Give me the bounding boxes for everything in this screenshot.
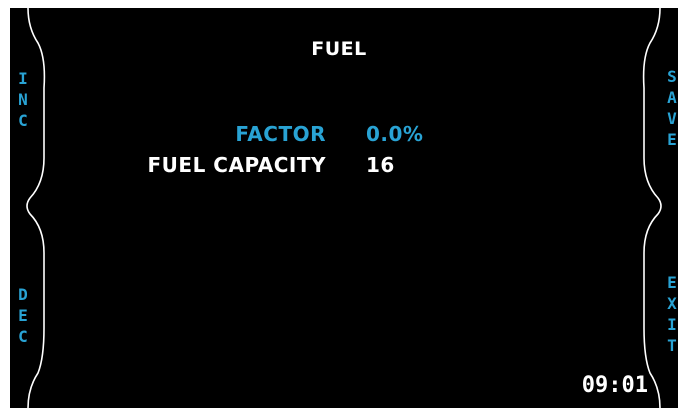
fuel-capacity-label[interactable]: FUEL CAPACITY [148,153,326,177]
dec-button[interactable]: D E C [10,258,44,388]
exit-letter: T [667,336,677,355]
exit-button[interactable]: E X I T [644,258,678,388]
exit-letter: I [667,315,677,334]
fuel-capacity-value[interactable]: 16 [366,153,395,177]
factor-value[interactable]: 0.0% [366,122,423,146]
inc-letter: I [18,69,28,88]
save-letter: E [667,130,677,149]
exit-letter: X [667,294,677,313]
inc-letter: C [18,111,28,130]
clock: 09:01 [581,373,648,398]
display-screen: I N C D E C S A V E E X I T [10,8,678,408]
save-letter: V [667,109,677,128]
bezel-frame [26,8,662,408]
page-title: FUEL [311,38,367,60]
exit-letter: E [667,273,677,292]
inc-button[interactable]: I N C [10,48,44,198]
save-letter: A [667,88,677,107]
dec-letter: C [18,327,28,346]
factor-label[interactable]: FACTOR [235,122,326,146]
inc-letter: N [18,90,28,109]
dec-letter: E [18,306,28,325]
save-letter: S [667,67,677,86]
save-button[interactable]: S A V E [644,48,678,198]
dec-letter: D [18,285,28,304]
